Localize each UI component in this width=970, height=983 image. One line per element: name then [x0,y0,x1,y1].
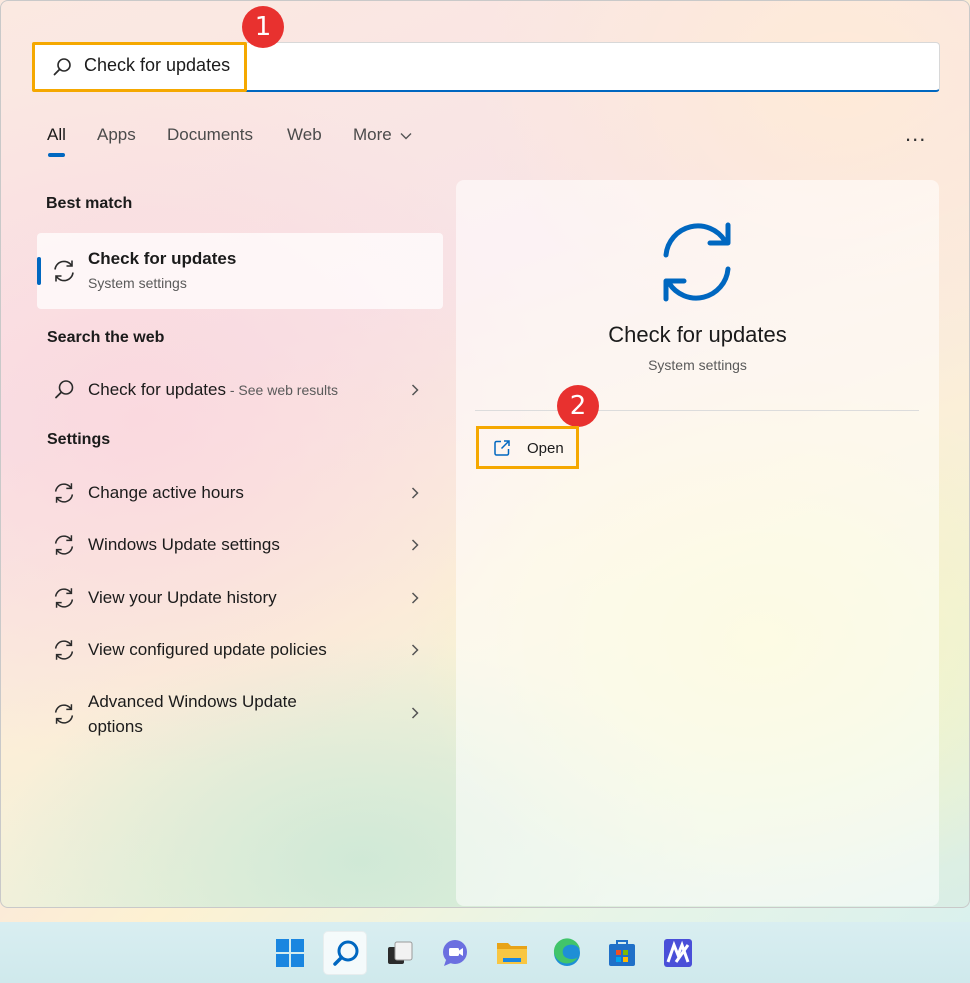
tab-more[interactable]: More [353,125,392,145]
open-button-label: Open [527,440,564,457]
sync-icon [663,222,731,302]
settings-item-label: Windows Update settings [88,535,280,554]
preview-subtitle: System settings [648,357,747,373]
settings-item-label: Advanced Windows Update [88,692,297,711]
settings-item-windows-update-settings[interactable]: Windows Update settings [37,523,443,567]
chevron-right-icon [411,592,419,604]
sync-icon [54,588,74,608]
chevron-right-icon [411,384,419,396]
open-button[interactable]: Open [476,426,579,469]
web-result-suffix: - See web results [225,382,339,398]
task-view-button[interactable] [378,931,422,975]
chevron-right-icon [411,539,419,551]
settings-item-label: Change active hours [88,483,244,502]
search-icon [333,940,359,966]
best-match-subtitle: System settings [88,275,187,291]
chevron-right-icon [411,644,419,656]
file-explorer-icon [497,943,527,964]
tab-all[interactable]: All [47,125,66,145]
more-options-button[interactable]: ... [905,121,926,147]
app-icon [664,939,692,967]
chevron-right-icon [411,707,419,719]
settings-item-label-line2: options [88,717,143,736]
sync-icon [54,704,74,724]
settings-heading: Settings [47,431,111,448]
open-external-icon [494,440,510,456]
selection-indicator [37,257,41,285]
best-match-title: Check for updates [88,249,237,268]
chevron-down-icon [400,133,412,140]
chevron-right-icon [411,487,419,499]
store-icon [609,940,635,966]
taskbar [0,922,970,983]
web-result-item[interactable]: Check for updates - See web results [37,368,443,412]
settings-item-label: View your Update history [88,588,277,607]
settings-item-update-policies[interactable]: View configured update policies [37,628,443,672]
task-view-icon [388,941,413,964]
search-highlight-box [32,42,247,92]
taskbar-search-button[interactable] [323,931,367,975]
web-result-label: Check for updates - See web results [88,380,338,400]
store-button[interactable] [600,931,644,975]
start-search-panel: Check for updates 1 All Apps Documents W… [0,0,970,908]
settings-item-advanced-options[interactable]: Advanced Windows Update options [37,687,443,741]
windows-start-icon [276,939,304,967]
search-web-heading: Search the web [47,329,165,346]
preview-title: Check for updates [608,322,787,347]
active-tab-indicator [48,153,65,157]
search-icon [55,380,74,399]
file-explorer-button[interactable] [490,931,534,975]
best-match-item[interactable] [37,233,443,309]
windows-start-button[interactable] [268,931,312,975]
sync-icon [54,640,74,660]
settings-item-change-active-hours[interactable]: Change active hours [37,471,443,515]
callout-badge-1: 1 [242,6,284,48]
web-result-query: Check for updates [88,380,226,399]
chat-icon [443,940,467,966]
settings-item-update-history[interactable]: View your Update history [37,576,443,620]
chat-button[interactable] [434,931,478,975]
divider [475,410,919,411]
best-match-heading: Best match [46,195,133,212]
callout-badge-2: 2 [557,385,599,427]
sync-icon [54,483,74,503]
tab-apps[interactable]: Apps [97,125,136,145]
sync-icon [54,535,74,555]
tab-web[interactable]: Web [287,125,322,145]
tab-documents[interactable]: Documents [167,125,253,145]
edge-button[interactable] [545,931,589,975]
sync-icon [54,260,74,282]
app-button[interactable] [656,931,700,975]
edge-icon [553,938,580,966]
settings-item-label: View configured update policies [88,640,327,659]
